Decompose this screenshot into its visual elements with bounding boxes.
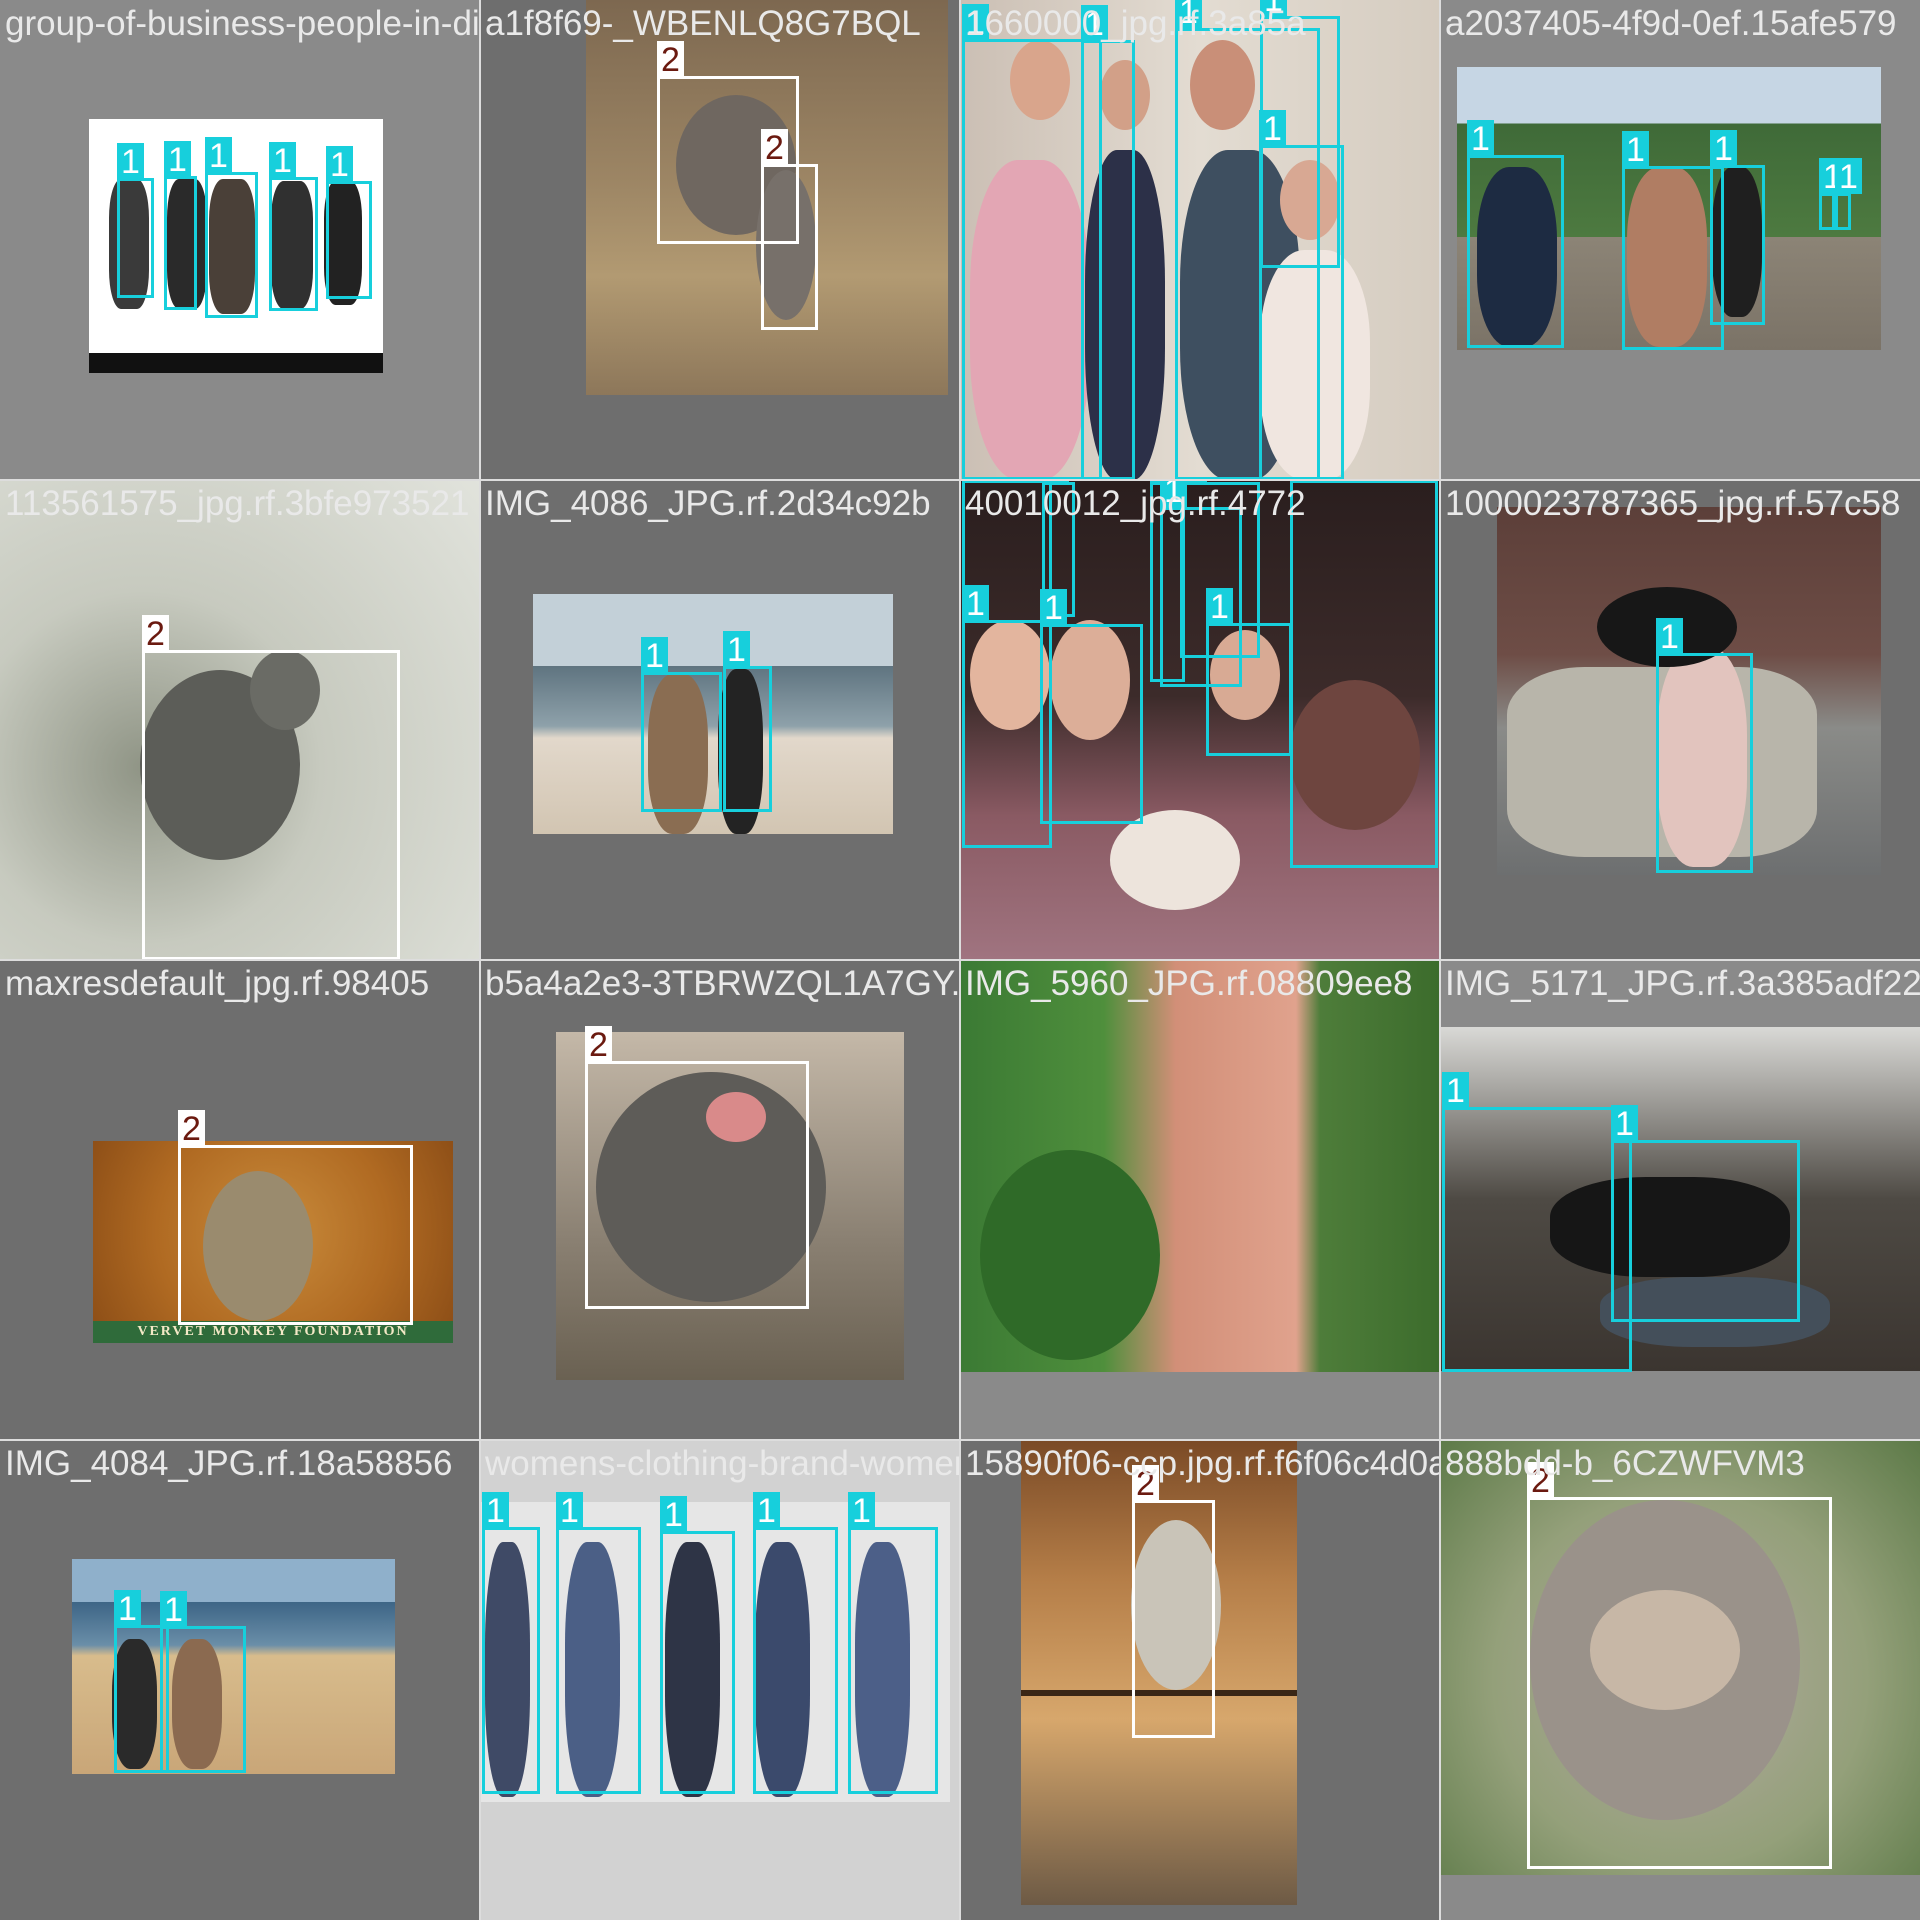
tile-15: 2 15890f06-ccp.jpg.rf.f6f06c4d0a xyxy=(960,1440,1440,1920)
tile-6: 1 1 IMG_4086_JPG.rf.2d34c92b xyxy=(480,480,960,960)
tile-11: IMG_5960_JPG.rf.08809ee8 xyxy=(960,960,1440,1440)
person-box: 1 xyxy=(1622,131,1724,350)
person-box: 1 xyxy=(1710,130,1765,325)
person-box: 1 xyxy=(117,143,154,298)
person-box: 1 xyxy=(326,146,372,299)
tile-12: 1 1 IMG_5171_JPG.rf.3a385adf22bf2c xyxy=(1440,960,1920,1440)
person-box: 1 xyxy=(1081,5,1135,480)
person-box: 1 xyxy=(1442,1072,1632,1372)
tile-photo xyxy=(960,960,1440,1372)
person-box: 1 xyxy=(482,1492,540,1794)
monkey-box: 2 xyxy=(761,129,818,330)
person-box: 1 xyxy=(205,137,258,318)
grid-divider xyxy=(0,959,1920,961)
detection-mosaic: 1 1 1 1 1 group-of-business-people-in-di… xyxy=(0,0,1920,1920)
person-box: 1 xyxy=(660,1496,735,1794)
monkey-box: 2 xyxy=(1132,1465,1215,1738)
monkey-box: 2 xyxy=(178,1110,413,1325)
grid-divider xyxy=(0,1439,1920,1441)
person-box: 1 xyxy=(848,1492,938,1794)
tile-7: 1 1 1 1 1 1 1 1 1 40010012_jpg.rf.4772 xyxy=(960,480,1440,960)
monkey-box: 2 xyxy=(142,615,400,960)
tile-9: VERVET MONKEY FOUNDATION 2 maxresdefault… xyxy=(0,960,480,1440)
person-box: 1 xyxy=(160,1591,246,1773)
tile-13: 1 1 IMG_4084_JPG.rf.18a58856 xyxy=(0,1440,480,1920)
person-box: 1 xyxy=(1040,589,1143,824)
person-box: 1 xyxy=(1835,158,1862,230)
tile-2: 2 2 a1f8f69-_WBENLQ8G7BQL xyxy=(480,0,960,480)
tile-10: 2 b5a4a2e3-3TBRWZQL1A7GY.jpg xyxy=(480,960,960,1440)
person-box: 1 xyxy=(962,585,1052,848)
grid-divider xyxy=(0,479,1920,481)
person-box: 1 xyxy=(1290,480,1438,868)
tile-14: 1 1 1 1 1 womens-clothing-brand-women xyxy=(480,1440,960,1920)
monkey-box: 2 xyxy=(585,1026,809,1309)
tile-1: 1 1 1 1 1 group-of-business-people-in-di… xyxy=(0,0,480,480)
tile-4: 1 1 1 1 1 a2037405-4f9d-0ef.15afe579 xyxy=(1440,0,1920,480)
person-box: 1 xyxy=(1819,158,1846,230)
person-box: 1 xyxy=(1611,1105,1800,1322)
tile-3: 1 1 1 1 1 1660000_jpg.rf.3a85a xyxy=(960,0,1440,480)
tile-16: 2 888bdd-b_6CZWFVM3 xyxy=(1440,1440,1920,1920)
person-box: 1 xyxy=(723,631,772,812)
person-box: 1 xyxy=(164,141,197,310)
person-box: 1 xyxy=(556,1492,641,1794)
tile-5: 2 113561575_jpg.rf.3bfe973521 xyxy=(0,480,480,960)
tile-8: 1 1000023787365_jpg.rf.57c58 xyxy=(1440,480,1920,960)
person-box: 1 xyxy=(1467,120,1564,348)
monkey-box: 2 xyxy=(1527,1462,1832,1869)
person-box: 1 xyxy=(1206,588,1292,756)
person-box: 1 xyxy=(753,1492,838,1794)
person-box: 1 xyxy=(269,142,318,311)
person-box: 1 xyxy=(1259,110,1344,480)
person-box: 1 xyxy=(1656,618,1753,873)
person-box: 1 xyxy=(641,637,722,812)
